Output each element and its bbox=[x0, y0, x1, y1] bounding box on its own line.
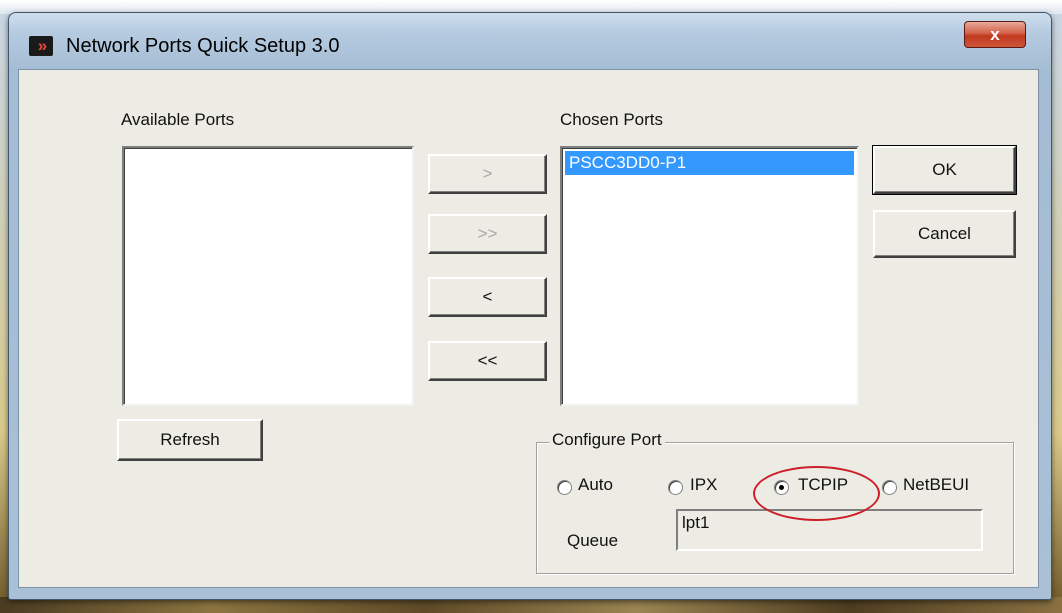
network-ports-dialog: » Network Ports Quick Setup 3.0 x Availa… bbox=[8, 12, 1052, 600]
configure-port-title: Configure Port bbox=[549, 430, 665, 450]
queue-label: Queue bbox=[567, 531, 619, 550]
radio-ipx[interactable] bbox=[668, 480, 683, 495]
app-double-chevron-icon[interactable]: » bbox=[29, 36, 53, 56]
list-item[interactable]: PSCC3DD0-P1 bbox=[565, 151, 854, 175]
radio-ipx-label[interactable]: IPX bbox=[690, 475, 717, 495]
desktop-background-right bbox=[1052, 14, 1062, 613]
add-port-button[interactable]: > bbox=[428, 154, 547, 194]
remove-all-ports-button[interactable]: << bbox=[428, 341, 547, 381]
available-ports-label: Available Ports bbox=[121, 110, 235, 129]
desktop-background-left bbox=[0, 14, 8, 613]
add-all-ports-button[interactable]: >> bbox=[428, 214, 547, 254]
chosen-ports-label: Chosen Ports bbox=[560, 110, 663, 129]
close-button[interactable]: x bbox=[964, 21, 1026, 48]
dialog-client-area: Available Ports Chosen Ports PSCC3DD0-P1… bbox=[18, 69, 1039, 588]
window-title: Network Ports Quick Setup 3.0 bbox=[66, 35, 340, 57]
radio-auto-label[interactable]: Auto bbox=[578, 475, 613, 495]
radio-auto[interactable] bbox=[557, 480, 572, 495]
refresh-button[interactable]: Refresh bbox=[117, 419, 263, 461]
title-bar[interactable]: » Network Ports Quick Setup 3.0 x bbox=[9, 13, 1051, 69]
cancel-button[interactable]: Cancel bbox=[873, 210, 1016, 258]
radio-netbeui[interactable] bbox=[882, 480, 897, 495]
radio-netbeui-label[interactable]: NetBEUI bbox=[903, 475, 969, 495]
ok-button[interactable]: OK bbox=[872, 145, 1017, 195]
close-icon: x bbox=[990, 25, 1000, 44]
chosen-ports-list[interactable]: PSCC3DD0-P1 bbox=[560, 146, 859, 406]
tcpip-highlight-circle bbox=[753, 466, 880, 521]
available-ports-list[interactable] bbox=[122, 146, 414, 406]
remove-port-button[interactable]: < bbox=[428, 277, 547, 317]
